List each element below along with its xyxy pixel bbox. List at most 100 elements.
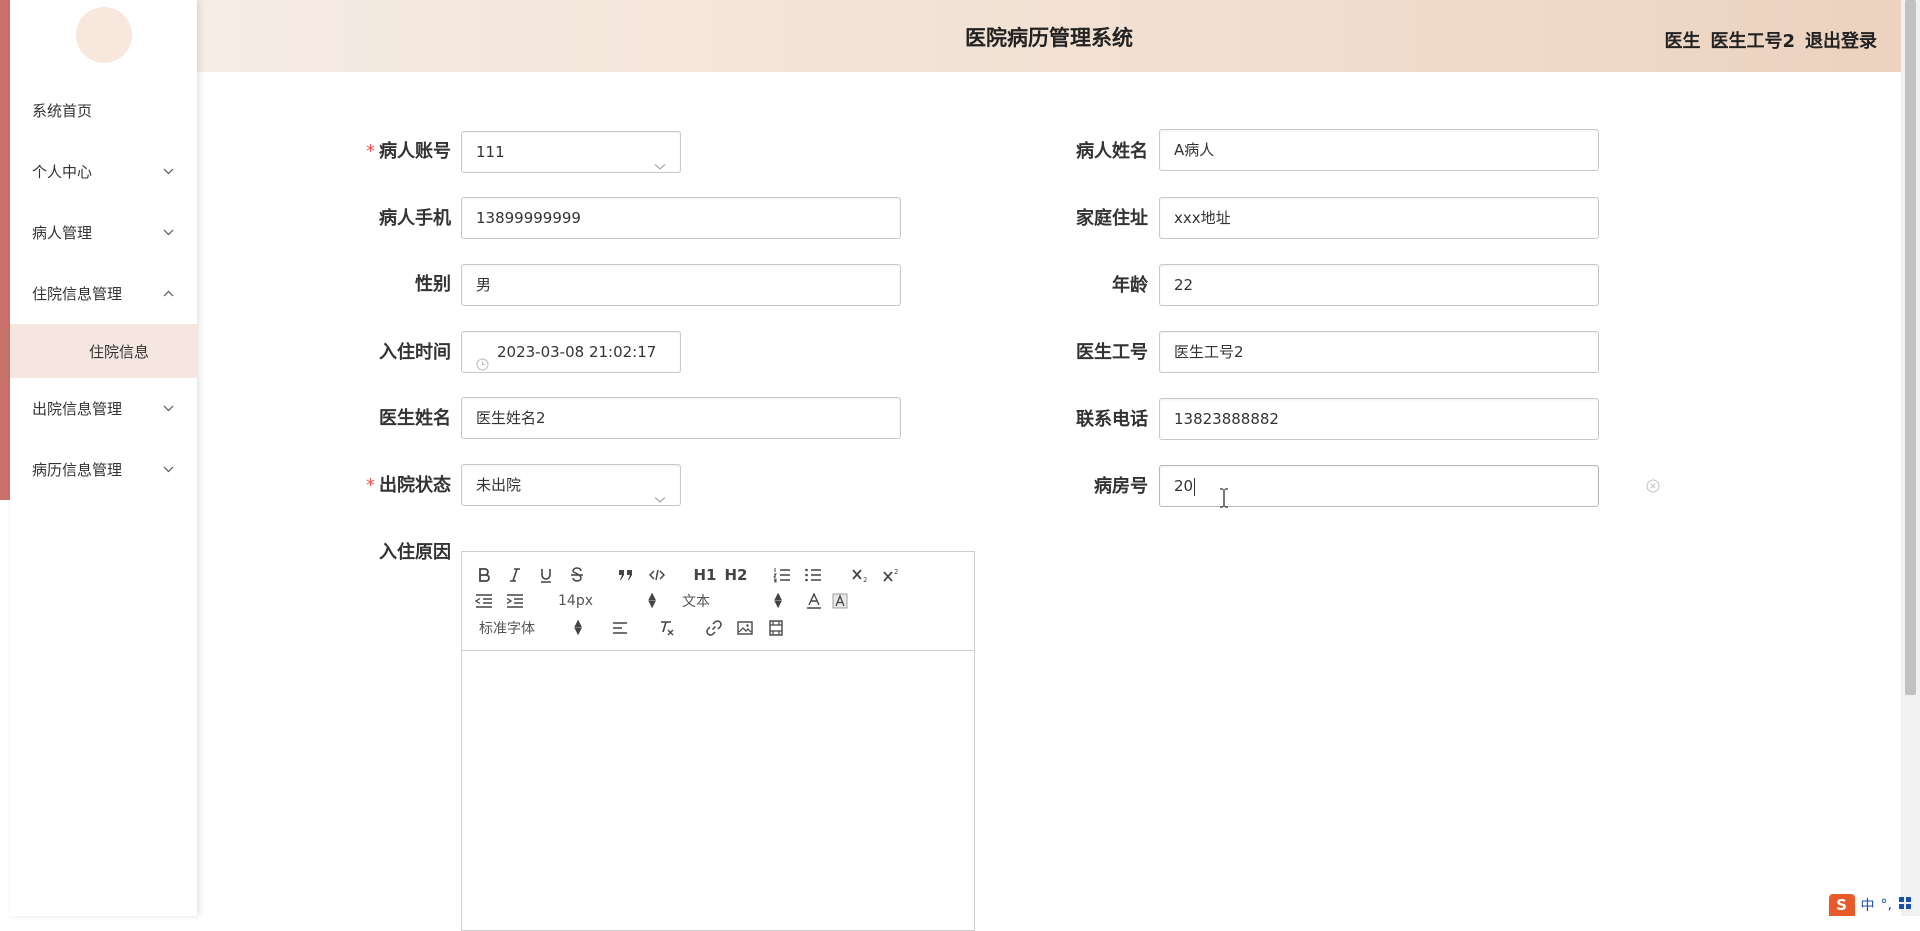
font-size-select[interactable]: 14px ▲ ▼: [558, 590, 656, 612]
clear-circle-icon[interactable]: [1646, 478, 1660, 493]
bold-icon[interactable]: [474, 564, 494, 586]
link-icon[interactable]: [704, 617, 724, 639]
align-left-icon[interactable]: [610, 617, 630, 639]
chevron-down-icon: [161, 165, 175, 179]
font-family-value: 标准字体: [479, 621, 535, 637]
sidebar-item-personal-center[interactable]: 个人中心: [10, 141, 197, 202]
user-role: 医生: [1664, 31, 1701, 52]
outdent-icon[interactable]: [474, 590, 494, 612]
age-input[interactable]: 22: [1159, 264, 1599, 306]
ime-language-label: 中: [1860, 898, 1875, 914]
sidebar-item-medical-record-management[interactable]: 病历信息管理: [10, 439, 197, 500]
updown-arrow-icon: ▲ ▼: [648, 591, 656, 610]
sidebar-item-home[interactable]: 系统首页: [10, 80, 197, 141]
italic-icon[interactable]: [505, 564, 525, 586]
video-icon[interactable]: [766, 617, 786, 639]
heading-2-button[interactable]: H2: [723, 564, 749, 586]
sidebar-accent-strip: [0, 0, 10, 500]
sidebar-item-label: 出院信息管理: [32, 400, 123, 418]
sidebar-subitem-label: 住院信息: [89, 342, 150, 361]
ward-number-label: 病房号: [1094, 476, 1148, 497]
svg-text:2: 2: [863, 576, 867, 583]
checkin-time-label: 入住时间: [379, 342, 451, 363]
discharge-status-select[interactable]: 未出院: [461, 464, 681, 506]
blockquote-icon[interactable]: [616, 564, 636, 586]
ime-punctuation-icon: °,: [1880, 897, 1892, 913]
admission-reason-label: 入住原因: [379, 542, 451, 563]
patient-name-label: 病人姓名: [1076, 141, 1148, 162]
indent-icon[interactable]: [505, 590, 525, 612]
chevron-down-icon: [654, 146, 666, 170]
sidebar-item-inpatient-management[interactable]: 住院信息管理: [10, 263, 197, 324]
editor-toolbar: H1 H2 2 2 14px ▲ ▼ 文本 ▲ ▼ 标准字体 ▲ ▼: [462, 552, 974, 651]
updown-arrow-icon: ▲ ▼: [774, 591, 782, 610]
background-color-icon[interactable]: [830, 590, 850, 612]
subscript-icon[interactable]: 2: [849, 564, 871, 586]
age-label: 年龄: [1112, 275, 1148, 296]
chevron-down-icon: [654, 479, 666, 503]
page-scrollbar[interactable]: [1901, 0, 1920, 916]
required-mark: *: [366, 141, 375, 162]
editor-content-area[interactable]: [462, 651, 974, 931]
checkin-time-value: 2023-03-08 21:02:17: [497, 343, 657, 361]
checkin-time-picker[interactable]: 2023-03-08 21:02:17: [461, 331, 681, 373]
svg-text:2: 2: [894, 568, 898, 576]
heading-1-button[interactable]: H1: [692, 564, 718, 586]
gender-label: 性别: [415, 274, 451, 295]
patient-phone-label: 病人手机: [379, 208, 451, 229]
contact-phone-label: 联系电话: [1076, 409, 1148, 430]
clear-format-icon[interactable]: [657, 617, 677, 639]
patient-account-label-text: 病人账号: [379, 141, 451, 162]
header: 医院病历管理系统 医生 医生工号2 退出登录: [197, 0, 1901, 72]
updown-arrow-icon: ▲ ▼: [574, 618, 582, 637]
header-select[interactable]: 文本 ▲ ▼: [682, 590, 782, 612]
superscript-icon[interactable]: 2: [880, 564, 902, 586]
strikethrough-icon[interactable]: [567, 564, 587, 586]
ibeam-cursor-icon: [1217, 487, 1231, 509]
rich-text-editor: H1 H2 2 2 14px ▲ ▼ 文本 ▲ ▼ 标准字体 ▲ ▼: [461, 551, 975, 931]
sidebar-item-label: 病人管理: [32, 224, 93, 242]
chevron-down-icon: [161, 226, 175, 240]
chevron-down-icon: [161, 402, 175, 416]
sidebar-item-label: 个人中心: [32, 163, 93, 181]
doctor-name-input[interactable]: 医生姓名2: [461, 397, 901, 439]
discharge-status-value: 未出院: [476, 476, 522, 494]
chevron-down-icon: [161, 463, 175, 477]
ward-number-value: 20: [1174, 477, 1194, 495]
contact-phone-input[interactable]: 13823888882: [1159, 398, 1599, 440]
home-address-label: 家庭住址: [1076, 208, 1148, 229]
doctor-name-label: 医生姓名: [379, 408, 451, 429]
logout-button[interactable]: 退出登录: [1805, 27, 1877, 53]
patient-account-value: 111: [476, 143, 505, 161]
font-family-select[interactable]: 标准字体 ▲ ▼: [479, 617, 582, 639]
image-icon[interactable]: [735, 617, 755, 639]
header-user-info: 医生 医生工号2 退出登录: [1664, 27, 1877, 53]
required-mark: *: [366, 475, 375, 496]
chevron-up-icon: [161, 287, 175, 301]
patient-account-label: * 病人账号: [331, 131, 451, 173]
ime-indicator[interactable]: S 中 °,: [1828, 894, 1912, 916]
sidebar-item-discharge-management[interactable]: 出院信息管理: [10, 378, 197, 439]
clock-icon: [476, 346, 489, 370]
user-name: 医生工号2: [1710, 31, 1795, 52]
patient-phone-input[interactable]: 13899999999: [461, 197, 901, 239]
bullet-list-icon[interactable]: [802, 564, 824, 586]
underline-icon[interactable]: [536, 564, 556, 586]
header-select-value: 文本: [682, 594, 710, 610]
page-title: 医院病历管理系统: [965, 26, 1133, 50]
home-address-input[interactable]: xxx地址: [1159, 197, 1599, 239]
scrollbar-thumb[interactable]: [1905, 0, 1916, 695]
font-size-value: 14px: [558, 593, 593, 609]
gender-input[interactable]: 男: [461, 264, 901, 306]
patient-name-input[interactable]: A病人: [1159, 129, 1599, 171]
sidebar-menu: 系统首页 个人中心 病人管理 住院信息管理 住院信息 出院信息管理 病历信息管理: [10, 80, 197, 500]
code-block-icon[interactable]: [647, 564, 667, 586]
doctor-id-label: 医生工号: [1076, 342, 1148, 363]
ordered-list-icon[interactable]: [771, 564, 793, 586]
patient-account-select[interactable]: 111: [461, 131, 681, 173]
doctor-id-input[interactable]: 医生工号2: [1159, 331, 1599, 373]
sidebar-subitem-inpatient-info[interactable]: 住院信息: [10, 324, 197, 378]
sidebar-item-patient-management[interactable]: 病人管理: [10, 202, 197, 263]
font-color-icon[interactable]: [804, 590, 824, 612]
avatar: [76, 7, 132, 63]
